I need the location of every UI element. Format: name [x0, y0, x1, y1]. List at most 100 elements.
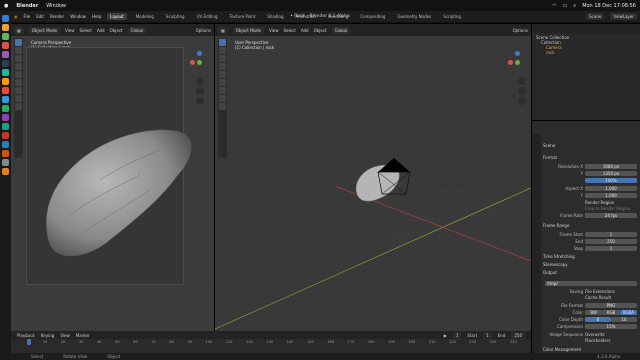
crop-row[interactable]: Crop to Render Region	[545, 205, 637, 211]
annotate-tool-icon[interactable]	[219, 87, 226, 94]
gizmo-y-icon[interactable]	[515, 60, 520, 65]
dock-app-icon[interactable]	[2, 51, 9, 58]
zoom-icon[interactable]	[196, 77, 204, 85]
aspect-x-field[interactable]: 1.000	[585, 185, 637, 191]
rotate-tool-icon[interactable]	[15, 63, 22, 70]
rotate-tool-icon[interactable]	[219, 63, 226, 70]
select-tool-icon[interactable]	[219, 39, 226, 46]
tab-geometry-nodes[interactable]: Geometry Nodes	[394, 13, 434, 20]
cursor-tool-icon[interactable]	[15, 47, 22, 54]
color-bw-button[interactable]: BW	[585, 309, 603, 315]
resolution-x-field[interactable]: 1080 px	[585, 163, 637, 169]
outliner-rock[interactable]: rock	[536, 50, 636, 55]
dock-app-icon[interactable]	[2, 33, 9, 40]
current-frame-field[interactable]: 1	[452, 331, 462, 339]
measure-tool-icon[interactable]	[15, 95, 22, 102]
dock-app-icon[interactable]	[2, 15, 9, 22]
dock-app-icon[interactable]	[2, 105, 9, 112]
timeline-menu-playback[interactable]: Playback	[17, 333, 35, 338]
camera-view-icon[interactable]	[196, 97, 204, 105]
measure-tool-icon[interactable]	[219, 95, 226, 102]
transform-orientation-left[interactable]: Global	[127, 26, 147, 34]
overwrite-checkbox[interactable]: Overwrite	[585, 332, 637, 337]
add-cube-tool-icon[interactable]	[15, 103, 22, 110]
pan-icon[interactable]	[196, 87, 204, 95]
dock-app-icon[interactable]	[2, 159, 9, 166]
dock-app-icon[interactable]	[2, 132, 9, 139]
editor-type-icon[interactable]: ▦	[14, 26, 24, 34]
render-region-checkbox[interactable]: Render Region	[585, 200, 637, 205]
gizmo-z-icon[interactable]	[197, 51, 202, 56]
transform-tool-icon[interactable]	[219, 79, 226, 86]
tab-uv-editing[interactable]: UV Editing	[194, 13, 221, 20]
timeline-start-field[interactable]: 1	[483, 331, 492, 339]
menu-object-left[interactable]: Object	[110, 28, 123, 33]
color-depth-16-button[interactable]: 16	[611, 316, 637, 322]
menu-help[interactable]: Help	[92, 14, 101, 19]
search-icon[interactable]: ⌕	[573, 3, 576, 9]
dock-app-icon[interactable]	[2, 87, 9, 94]
placeholders-checkbox[interactable]: Placeholders	[585, 338, 637, 343]
tab-sculpting[interactable]: Sculpting	[163, 13, 188, 20]
move-tool-icon[interactable]	[219, 55, 226, 62]
menu-object-main[interactable]: Object	[314, 28, 327, 33]
color-rgb-button[interactable]: RGB	[602, 309, 620, 315]
battery-icon[interactable]: ▭	[563, 3, 568, 9]
pan-icon[interactable]	[518, 87, 526, 95]
menu-file[interactable]: File	[24, 14, 31, 19]
timeline-menu-keying[interactable]: Keying	[41, 333, 54, 338]
scene-selector[interactable]: Scene	[586, 13, 605, 20]
timeline-menu-view[interactable]: View	[60, 333, 70, 338]
frame-range-section[interactable]: Frame Range	[543, 222, 638, 229]
resolution-y-field[interactable]: 1350 px	[585, 170, 637, 176]
dock-app-icon[interactable]	[2, 123, 9, 130]
playhead[interactable]	[27, 339, 31, 345]
scale-tool-icon[interactable]	[219, 71, 226, 78]
wifi-icon[interactable]: ◠	[552, 3, 556, 9]
aspect-y-field[interactable]: 1.000	[585, 192, 637, 198]
transform-tool-icon[interactable]	[15, 79, 22, 86]
file-extensions-checkbox[interactable]: File Extensions	[585, 289, 637, 294]
menu-view-left[interactable]: View	[65, 28, 75, 33]
gizmo-z-icon[interactable]	[515, 51, 520, 56]
output-section[interactable]: Output	[543, 269, 638, 276]
zoom-icon[interactable]	[518, 77, 526, 85]
scale-tool-icon[interactable]	[15, 71, 22, 78]
timeline-end-field[interactable]: 250	[511, 331, 525, 339]
menubar-clock[interactable]: Mon 18 Dec 17:08:56	[582, 3, 636, 9]
move-tool-icon[interactable]	[15, 55, 22, 62]
color-management-section[interactable]: Color Management	[543, 346, 638, 353]
camera-view-icon[interactable]	[518, 97, 526, 105]
mode-selector-main[interactable]: Object Mode	[232, 26, 264, 34]
dock-app-icon[interactable]	[2, 42, 9, 49]
menu-add-left[interactable]: Add	[97, 28, 105, 33]
tab-layout[interactable]: Layout	[107, 13, 127, 20]
resolution-percent-field[interactable]: 100%	[585, 177, 637, 183]
options-left[interactable]: Options	[196, 28, 211, 33]
select-tool-icon[interactable]	[15, 39, 22, 46]
tab-scripting[interactable]: Scripting	[440, 13, 464, 20]
menu-edit[interactable]: Edit	[36, 14, 44, 19]
time-stretching-section[interactable]: Time Stretching	[543, 253, 638, 260]
annotate-tool-icon[interactable]	[15, 87, 22, 94]
menubar-app-name[interactable]: Blender	[16, 3, 38, 9]
frame-step-field[interactable]: 1	[585, 245, 637, 251]
dock-app-icon[interactable]	[2, 60, 9, 67]
file-format-select[interactable]: PNG	[585, 302, 637, 308]
transform-orientation-main[interactable]: Global	[331, 26, 351, 34]
crop-checkbox[interactable]: Crop to Render Region	[585, 206, 637, 211]
apple-icon[interactable]: ●	[4, 3, 8, 9]
menubar-window[interactable]: Window	[46, 3, 66, 9]
color-depth-8-button[interactable]: 8	[585, 316, 611, 322]
menu-render[interactable]: Render	[50, 14, 64, 19]
dock-app-icon[interactable]	[2, 168, 9, 175]
gizmo-y-icon[interactable]	[197, 60, 202, 65]
stereoscopy-section[interactable]: Stereoscopy	[543, 261, 638, 268]
dock-app-icon[interactable]	[2, 150, 9, 157]
menu-add-main[interactable]: Add	[301, 28, 309, 33]
add-cube-tool-icon[interactable]	[219, 103, 226, 110]
menu-select-main[interactable]: Select	[283, 28, 295, 33]
menu-select-left[interactable]: Select	[79, 28, 91, 33]
cache-result-checkbox[interactable]: Cache Result	[585, 295, 637, 300]
menu-window[interactable]: Window	[70, 14, 86, 19]
